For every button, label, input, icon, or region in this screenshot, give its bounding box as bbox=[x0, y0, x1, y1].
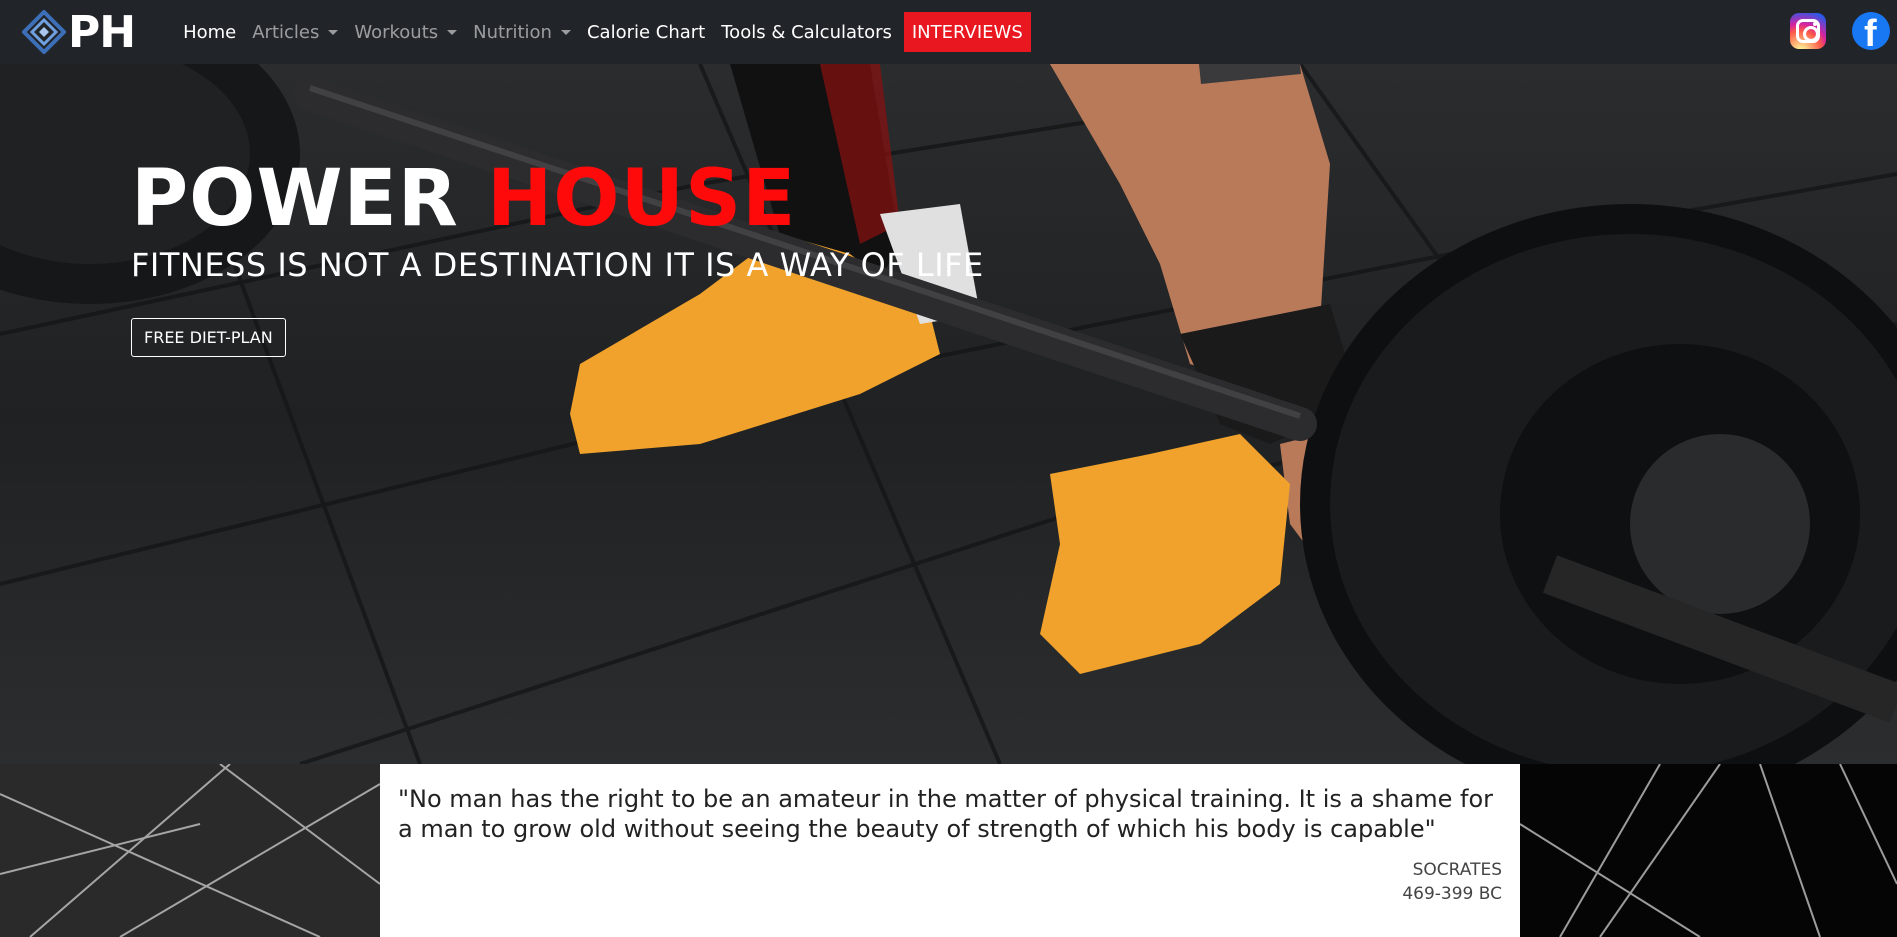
quote-dates: 469-399 BC bbox=[1402, 884, 1502, 904]
hero-title-power: POWER bbox=[131, 154, 459, 244]
nav-nutrition-label: Nutrition bbox=[473, 21, 552, 43]
diamond-logo-icon bbox=[22, 10, 66, 54]
quote-card: "No man has the right to be an amateur i… bbox=[380, 764, 1520, 937]
quote-section: "No man has the right to be an amateur i… bbox=[0, 764, 1897, 937]
nav-calorie-chart[interactable]: Calorie Chart bbox=[579, 12, 713, 52]
hero-title: POWER HOUSE bbox=[131, 154, 984, 244]
quote-text: "No man has the right to be an amateur i… bbox=[398, 785, 1494, 843]
nav-tools-calculators[interactable]: Tools & Calculators bbox=[713, 12, 900, 52]
facebook-icon[interactable]: f bbox=[1852, 12, 1890, 50]
hero-subtitle: FITNESS IS NOT A DESTINATION IT IS A WAY… bbox=[131, 246, 984, 284]
nav-workouts-label: Workouts bbox=[354, 21, 439, 43]
hero-banner: POWER HOUSE FITNESS IS NOT A DESTINATION… bbox=[0, 64, 1897, 764]
nav-articles-label: Articles bbox=[252, 21, 320, 43]
navbar: PH Home Articles Workouts Nutrition Calo… bbox=[0, 0, 1897, 64]
chevron-down-icon bbox=[447, 29, 458, 35]
hero-title-house: HOUSE bbox=[487, 154, 797, 244]
chevron-down-icon bbox=[328, 29, 339, 35]
nav-workouts[interactable]: Workouts bbox=[346, 12, 465, 52]
instagram-icon[interactable] bbox=[1790, 13, 1826, 49]
quote-author: SOCRATES bbox=[1412, 860, 1502, 880]
brand-logo[interactable]: PH bbox=[22, 0, 136, 64]
chevron-down-icon bbox=[560, 29, 571, 35]
hero-content: POWER HOUSE FITNESS IS NOT A DESTINATION… bbox=[131, 154, 984, 357]
free-diet-plan-button[interactable]: FREE DIET-PLAN bbox=[131, 318, 286, 357]
nav-interviews[interactable]: INTERVIEWS bbox=[903, 12, 1031, 52]
main-nav: Home Articles Workouts Nutrition Calorie… bbox=[175, 0, 1031, 64]
brand-text: PH bbox=[68, 6, 136, 58]
nav-articles[interactable]: Articles bbox=[244, 12, 346, 52]
nav-home[interactable]: Home bbox=[175, 12, 244, 52]
nav-nutrition[interactable]: Nutrition bbox=[465, 12, 579, 52]
quote-attribution: SOCRATES 469-399 BC bbox=[398, 858, 1502, 906]
